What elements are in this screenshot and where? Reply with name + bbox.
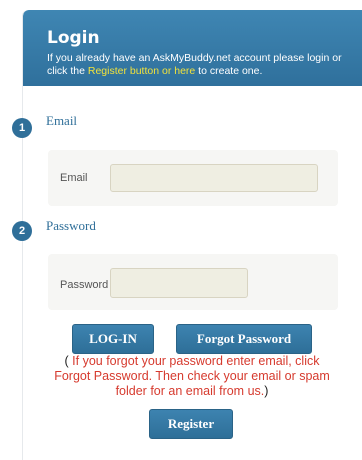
email-field-label: Email: [60, 172, 88, 184]
header-description: If you already have an AskMyBuddy.net ac…: [47, 52, 347, 77]
email-field-row: Email: [48, 150, 338, 206]
description-text-end: to create one.: [195, 64, 263, 77]
login-header: Login If you already have an AskMyBuddy.…: [23, 10, 362, 86]
email-input[interactable]: [110, 164, 318, 192]
password-field-row: Password: [48, 254, 338, 310]
forgot-password-hint: ( If you forgot your password enter emai…: [46, 354, 338, 399]
forgot-password-button[interactable]: Forgot Password: [176, 324, 312, 354]
hint-text: If you forgot your password enter email,…: [54, 354, 330, 398]
email-section-title: Email: [46, 113, 78, 128]
password-field-label: Password: [60, 279, 109, 291]
password-input[interactable]: [110, 268, 248, 298]
page-title: Login: [47, 28, 100, 48]
step-1-badge: 1: [12, 118, 32, 138]
hint-open-paren: (: [64, 354, 73, 368]
login-button[interactable]: LOG-IN: [72, 324, 154, 354]
register-link[interactable]: Register button or here: [88, 65, 195, 77]
password-section-title: Password: [46, 218, 96, 233]
register-button[interactable]: Register: [149, 409, 233, 439]
hint-close-paren: ): [264, 384, 269, 398]
step-2-badge: 2: [12, 221, 32, 241]
